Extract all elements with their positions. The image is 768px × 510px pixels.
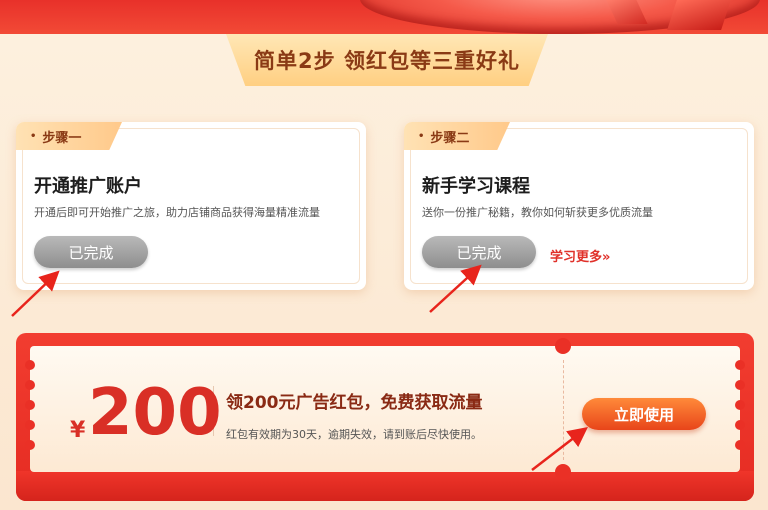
red-arrow-annotation <box>429 264 482 313</box>
red-arrow-annotation <box>11 270 60 317</box>
red-arrow-annotation <box>531 426 588 471</box>
annotation-arrows <box>11 264 588 471</box>
